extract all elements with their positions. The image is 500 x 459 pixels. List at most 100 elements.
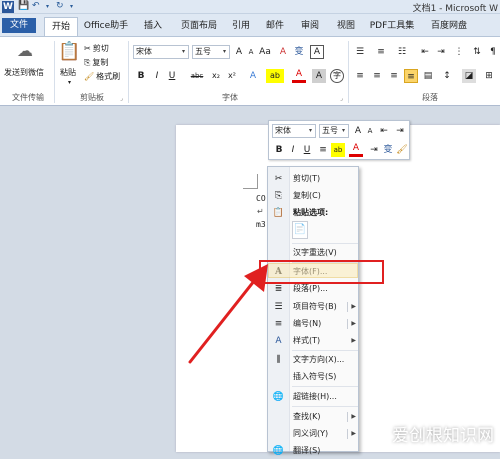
format-painter-button[interactable]: 🖌 格式刷 [84, 71, 120, 82]
numbering-icon[interactable]: ≡ [374, 45, 388, 59]
tab-home[interactable]: 开始 [44, 17, 78, 36]
bold-button[interactable]: B [272, 143, 286, 157]
font-color-button[interactable]: A [292, 69, 306, 83]
tab-review[interactable]: 审阅 [296, 17, 324, 36]
chevron-down-icon: ▾ [222, 48, 226, 55]
paste-keep-text-icon[interactable]: 📄 [292, 221, 308, 239]
chevron-down-icon: ▾ [181, 48, 185, 55]
customize-toolbar-icon[interactable]: ▾ [70, 3, 73, 10]
menu-item-styles[interactable]: A 样式(T) ▶ [268, 333, 360, 349]
dialog-launcher-icon[interactable]: ⌟ [120, 95, 123, 102]
tab-pdf-tools[interactable]: PDF工具集 [366, 17, 418, 36]
tab-baidu-netdisk[interactable]: 百度网盘 [426, 17, 472, 36]
subscript-button[interactable]: x₂ [209, 69, 223, 83]
underline-button[interactable]: U [165, 69, 179, 83]
indent-icon[interactable]: ⇥ [367, 143, 381, 157]
menu-item-paste-options: 📋 粘贴选项: [272, 208, 329, 218]
underline-button[interactable]: U [300, 143, 314, 157]
phonetic-guide-icon[interactable]: 变 [381, 143, 395, 157]
menu-item-translate[interactable]: 🌐 翻译(S) [268, 443, 360, 459]
mini-font-combo[interactable]: 宋体 ▾ [272, 124, 316, 138]
send-to-wechat-button[interactable]: 发送到微信 [4, 67, 44, 78]
paste-icon[interactable]: 📋 [58, 41, 80, 65]
highlight-icon[interactable]: ab [331, 143, 345, 157]
menu-item-find[interactable]: 查找(K) ▶ [268, 409, 360, 425]
word-app-icon[interactable]: W [2, 1, 14, 13]
doc-text-line[interactable]: CO [256, 194, 266, 203]
menu-item-reconvert[interactable]: 汉字重选(V) [268, 245, 360, 261]
italic-button[interactable]: I [150, 69, 164, 83]
menu-item-text-direction[interactable]: ⫼ 文字方向(X)... [268, 352, 360, 368]
doc-text-line[interactable]: m3 [256, 220, 266, 229]
font-size-combo[interactable]: 五号 ▾ [192, 45, 230, 59]
sort-icon[interactable]: ⇅ [470, 45, 484, 59]
menu-item-insert-symbol[interactable]: 插入符号(S) [268, 369, 360, 385]
increase-indent-icon[interactable]: ⇥ [434, 45, 448, 59]
align-center-icon[interactable]: ≡ [316, 143, 330, 157]
tab-office-assistant[interactable]: Office助手 [82, 17, 130, 36]
mini-size-combo[interactable]: 五号 ▾ [319, 124, 349, 138]
paste-dropdown-icon[interactable]: ▾ [68, 79, 71, 86]
align-right-icon[interactable]: ≡ [387, 69, 401, 83]
undo-icon[interactable]: ↶ [32, 1, 40, 11]
phonetic-guide-icon[interactable]: 变 [292, 45, 306, 59]
borders-icon[interactable]: ⊞ [482, 69, 496, 83]
highlight-button[interactable]: ab [266, 69, 284, 83]
menu-item-synonyms[interactable]: 同义词(Y) ▶ [268, 426, 360, 442]
paintbrush-icon[interactable]: 🖌 [395, 143, 409, 157]
copy-button[interactable]: ⎘ 复制 [84, 57, 108, 68]
chevron-down-icon: ▾ [341, 127, 345, 134]
multilevel-list-icon[interactable]: ☷ [395, 45, 409, 59]
bold-button[interactable]: B [134, 69, 148, 83]
strikethrough-button[interactable]: abc [188, 69, 206, 83]
text-effects-button[interactable]: A [246, 69, 260, 83]
shrink-font-icon[interactable]: A [244, 45, 258, 59]
char-shading-button[interactable]: A [312, 69, 326, 83]
wechat-send-icon[interactable]: ☁ [12, 41, 38, 65]
cut-button[interactable]: ✂ 剪切 [84, 43, 109, 54]
shading-icon[interactable]: ◪ [462, 69, 476, 83]
dialog-launcher-icon[interactable]: ⌟ [340, 95, 343, 102]
tab-view[interactable]: 视图 [332, 17, 360, 36]
tab-insert[interactable]: 插入 [138, 17, 168, 36]
italic-button[interactable]: I [286, 143, 300, 157]
align-center-icon[interactable]: ≡ [370, 69, 384, 83]
menu-item-cut[interactable]: ✂ 剪切(T) [268, 171, 360, 187]
menu-item-hyperlink[interactable]: 🌐 超链接(H)... [268, 389, 360, 405]
annotation-highlight-box [259, 260, 384, 284]
font-name-combo[interactable]: 宋体 ▾ [133, 45, 189, 59]
title-bar: W 💾 ↶ ▾ ↻ ▾ 文档1 - Microsoft W [0, 0, 500, 14]
save-icon[interactable]: 💾 [18, 1, 29, 11]
font-color-button[interactable]: A [349, 143, 363, 157]
shrink-font-icon[interactable]: A [363, 124, 377, 138]
line-spacing-icon[interactable]: ↕ [440, 69, 454, 83]
justify-icon[interactable]: ≡ [404, 69, 418, 83]
superscript-button[interactable]: x² [225, 69, 239, 83]
chevron-down-icon[interactable]: ▾ [46, 3, 49, 10]
text-direction-icon: ⫼ [276, 355, 281, 365]
distributed-icon[interactable]: ▤ [421, 69, 435, 83]
paste-button[interactable]: 粘贴 [60, 67, 76, 78]
tab-references[interactable]: 引用 [228, 17, 254, 36]
chinese-layout-icon[interactable]: ⋮ [452, 45, 466, 59]
menu-item-bullets[interactable]: ☰ 项目符号(B) ▶ [268, 299, 360, 315]
tab-mailings[interactable]: 邮件 [262, 17, 288, 36]
enclose-char-button[interactable]: 字 [330, 69, 344, 83]
show-marks-icon[interactable]: ¶ [486, 45, 500, 59]
menu-item-copy[interactable]: ⎘ 复制(C) [268, 188, 360, 204]
tab-file[interactable]: 文件 [2, 18, 36, 33]
tab-page-layout[interactable]: 页面布局 [175, 17, 223, 36]
copy-icon: ⎘ [84, 57, 91, 67]
bullets-icon[interactable]: ☰ [353, 45, 367, 59]
corner-mark [257, 174, 258, 188]
clear-format-icon[interactable]: A [276, 45, 290, 59]
char-border-icon[interactable]: A [310, 45, 324, 59]
menu-item-numbering[interactable]: ≡ 编号(N) ▶ [268, 316, 360, 332]
decrease-indent-icon[interactable]: ⇤ [418, 45, 432, 59]
chevron-right-icon: ▶ [351, 430, 356, 437]
change-case-icon[interactable]: Aa [258, 45, 272, 59]
align-left-icon[interactable]: ≡ [353, 69, 367, 83]
indent-icon[interactable]: ⇥ [393, 124, 407, 138]
redo-icon[interactable]: ↻ [56, 1, 64, 11]
indent-icon[interactable]: ⇤ [377, 124, 391, 138]
